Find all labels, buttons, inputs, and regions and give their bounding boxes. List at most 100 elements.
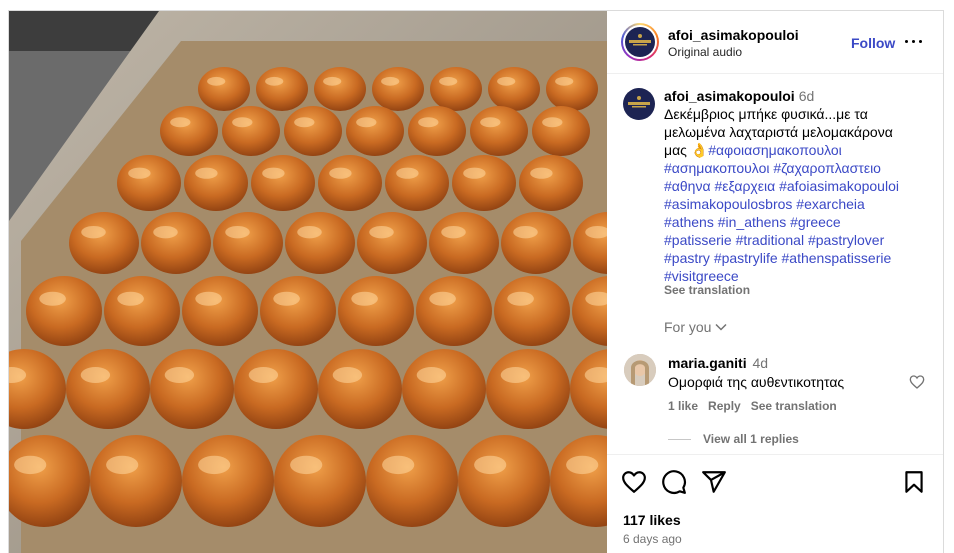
share-send-icon[interactable] [701, 469, 727, 495]
comment-username[interactable]: maria.ganiti [668, 355, 747, 371]
story-avatar[interactable] [621, 23, 659, 61]
melomakarono-pastry [260, 276, 336, 346]
comment-text: Ομορφιά της αυθεντικοτητας [668, 374, 845, 390]
comment-reply-button[interactable]: Reply [708, 399, 741, 413]
pastry-glaze-highlight [396, 167, 419, 179]
brand-logo-icon [625, 27, 655, 57]
hashtag-link[interactable]: #αθηνα [664, 178, 711, 194]
hashtag-link[interactable]: #pastry [664, 250, 710, 266]
pastry-glaze-highlight [39, 291, 66, 306]
melomakarono-pastry [251, 155, 315, 211]
hashtag-link[interactable]: #traditional [736, 232, 805, 248]
melomakarono-pastry [222, 106, 280, 156]
melomakarono-pastry [182, 435, 274, 527]
hashtag-link[interactable]: #greece [790, 214, 841, 230]
pastry-glaze-highlight [290, 455, 323, 475]
pastry-glaze-highlight [106, 455, 139, 475]
for-you-label: For you [664, 319, 712, 335]
like-heart-icon[interactable] [621, 469, 647, 495]
melomakarono-pastry [385, 155, 449, 211]
melomakarono-pastry [150, 349, 234, 429]
melomakarono-pastry [198, 67, 250, 111]
hashtag-link[interactable]: #εξαρχεια [714, 178, 775, 194]
header-username[interactable]: afoi_asimakopouloi [668, 27, 799, 43]
melomakarono-pastry [494, 276, 570, 346]
hashtag-link[interactable]: #pastrylover [808, 232, 884, 248]
caption: afoi_asimakopouloi 6d Δεκέμβριος μπήκε φυ… [664, 87, 934, 285]
hashtag-link[interactable]: #exarcheia [796, 196, 865, 212]
ok-hand-emoji: 👌 [690, 142, 709, 158]
pastry-glaze-highlight [530, 167, 553, 179]
pastry-glaze-highlight [195, 291, 222, 306]
caption-time: 6d [798, 88, 815, 104]
post-age[interactable]: 6 days ago [623, 532, 682, 546]
more-options-icon[interactable] [905, 33, 923, 49]
comment-like-heart-icon[interactable] [909, 374, 925, 390]
pastry-glaze-highlight [351, 291, 378, 306]
pastry-glaze-highlight [225, 225, 250, 239]
caption-avatar[interactable] [623, 88, 655, 120]
pastry-glaze-highlight [416, 367, 447, 383]
pastry-glaze-highlight [128, 167, 151, 179]
melomakarono-pastry [470, 106, 528, 156]
pastry-glaze-highlight [566, 455, 599, 475]
melomakarono-pastry [366, 435, 458, 527]
comment-header: maria.ganiti 4d [668, 355, 768, 371]
pastry-glaze-highlight [232, 117, 253, 128]
caption-text-line: μας [664, 142, 687, 158]
caption-text-line: μελωμένα λαχταριστά μελομακάρονα [664, 124, 893, 140]
pastry-glaze-highlight [153, 225, 178, 239]
caption-text-line: Δεκέμβριος μπήκε φυσικά...με τα [664, 106, 868, 122]
pastry-glaze-highlight [356, 117, 377, 128]
pastry-glaze-highlight [170, 117, 191, 128]
likes-count[interactable]: 117 likes [623, 512, 681, 528]
post-image[interactable] [9, 11, 607, 553]
hashtag-link[interactable]: #αφοιασημακοπουλοι [708, 142, 842, 158]
hashtag-link[interactable]: #afoiasimakopouloi [779, 178, 899, 194]
follow-button[interactable]: Follow [851, 35, 895, 51]
pastry-glaze-highlight [14, 455, 47, 475]
pastry-glaze-highlight [381, 76, 400, 86]
pastry-glaze-highlight [507, 291, 534, 306]
for-you-dropdown[interactable]: For you [664, 319, 727, 335]
pastry-glaze-highlight [248, 367, 279, 383]
melomakarono-pastry [69, 212, 139, 274]
hashtag-link[interactable]: #ασημακοπουλοι [664, 160, 769, 176]
pastry-glaze-highlight [207, 76, 226, 86]
post-actions-bar: 117 likes 6 days ago [607, 454, 943, 553]
melomakarono-pastry [284, 106, 342, 156]
pastry-glaze-highlight [497, 76, 516, 86]
melomakarono-pastry [141, 212, 211, 274]
melomakarono-pastry [314, 67, 366, 111]
melomakarono-pastry [486, 349, 570, 429]
view-replies-button[interactable]: View all 1 replies [668, 432, 799, 446]
hashtag-link[interactable]: #pastrylife [714, 250, 778, 266]
comment-see-translation[interactable]: See translation [751, 399, 837, 413]
pastry-glaze-highlight [297, 225, 322, 239]
pastry-glaze-highlight [332, 367, 363, 383]
comment-avatar[interactable] [624, 354, 656, 386]
comment-bubble-icon[interactable] [661, 469, 687, 495]
pastry-glaze-highlight [500, 367, 531, 383]
pastry-glaze-highlight [480, 117, 501, 128]
see-translation-link[interactable]: See translation [664, 283, 750, 297]
save-bookmark-icon[interactable] [901, 469, 927, 495]
hashtag-link[interactable]: #patisserie [664, 232, 732, 248]
comment-likes-count[interactable]: 1 like [668, 399, 698, 413]
caption-username[interactable]: afoi_asimakopouloi [664, 88, 795, 104]
melomakarono-pastry [429, 212, 499, 274]
hashtag-link[interactable]: #athenspatisserie [782, 250, 892, 266]
melomakarono-pastry [430, 67, 482, 111]
pastry-glaze-highlight [463, 167, 486, 179]
hashtag-link[interactable]: #asimakopoulosbros [664, 196, 792, 212]
hashtag-link[interactable]: #visitgreece [664, 268, 739, 284]
hashtag-link[interactable]: #ζαχαροπλαστειο [773, 160, 881, 176]
hashtag-link[interactable]: #in_athens [718, 214, 787, 230]
pastry-glaze-highlight [323, 76, 342, 86]
hashtag-link[interactable]: #athens [664, 214, 714, 230]
melomakarono-pastry [488, 67, 540, 111]
melomakarono-pastry [285, 212, 355, 274]
pastry-glaze-highlight [555, 76, 574, 86]
melomakarono-pastry [519, 155, 583, 211]
audio-label[interactable]: Original audio [668, 45, 742, 59]
